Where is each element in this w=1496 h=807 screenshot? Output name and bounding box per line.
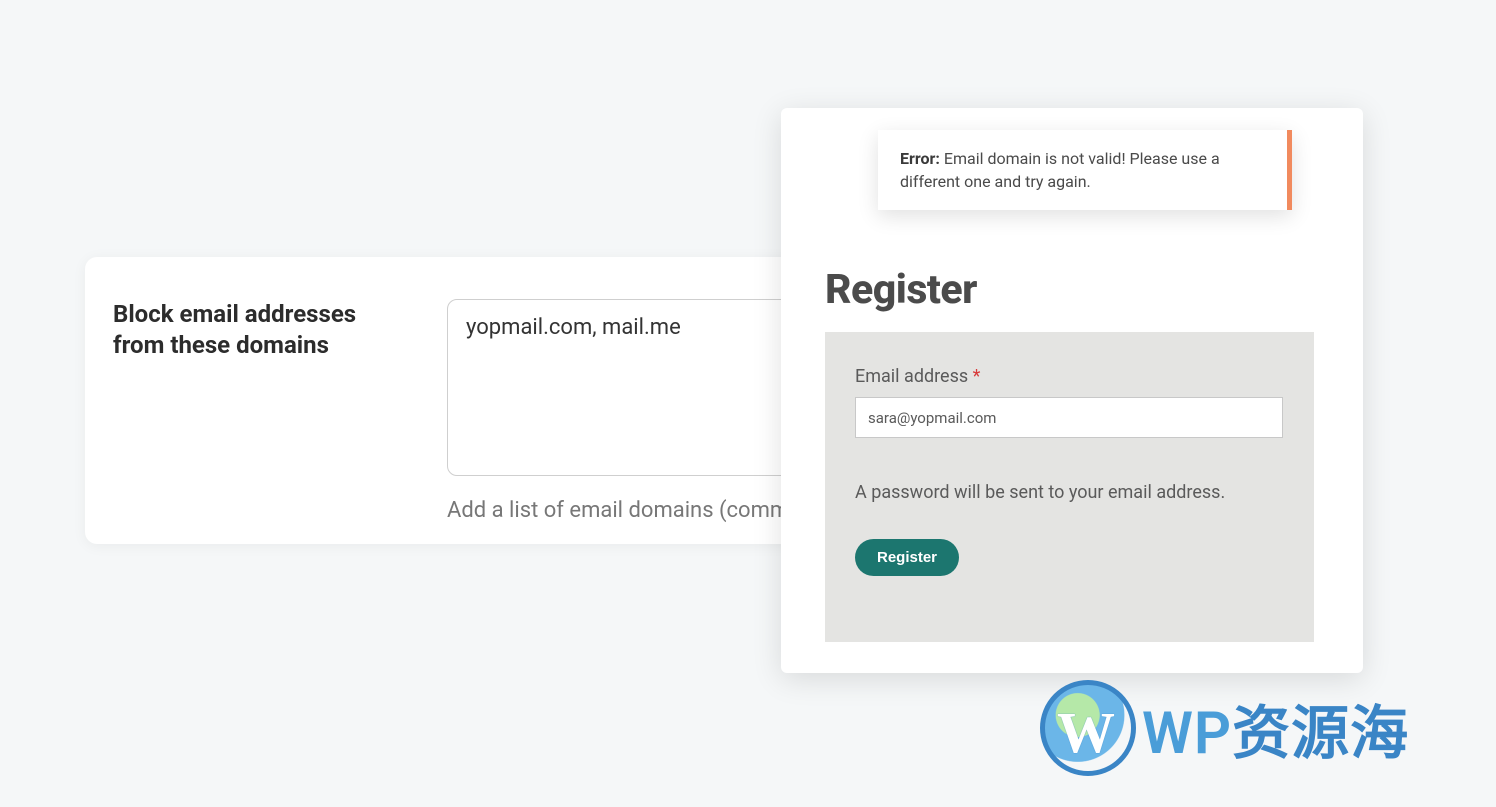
error-notice: Error: Email domain is not valid! Please… (878, 130, 1292, 210)
watermark-rest: 资源海 (1232, 700, 1409, 768)
watermark-wp: WP (1142, 700, 1232, 768)
password-note: A password will be sent to your email ad… (855, 482, 1284, 503)
register-heading: Register (825, 266, 977, 314)
register-card: Error: Email domain is not valid! Please… (781, 108, 1363, 673)
watermark-text: WP资源海 (1142, 686, 1409, 770)
error-prefix: Error: (900, 149, 940, 168)
email-label-text: Email address (855, 366, 973, 387)
register-button[interactable]: Register (855, 539, 959, 576)
error-message: Email domain is not valid! Please use a … (900, 149, 1220, 191)
wordpress-logo-icon: W (1040, 680, 1136, 776)
required-mark: * (973, 366, 981, 387)
email-field[interactable] (855, 397, 1283, 438)
register-form-panel: Email address * A password will be sent … (825, 332, 1314, 642)
watermark: W WP资源海 (1040, 680, 1409, 776)
block-domains-label: Block email addresses from these domains (113, 299, 367, 523)
error-text: Error: Email domain is not valid! Please… (900, 147, 1265, 193)
email-label: Email address * (855, 366, 1284, 387)
